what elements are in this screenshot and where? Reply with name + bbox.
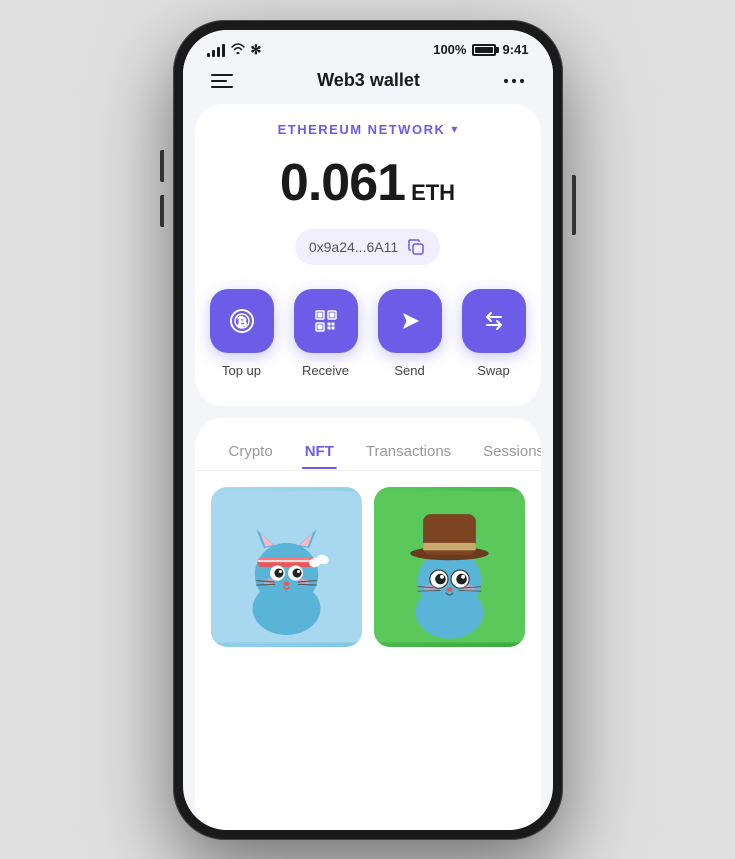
receive-label: Receive bbox=[302, 363, 349, 378]
tab-nft[interactable]: NFT bbox=[291, 435, 348, 468]
copy-address-button[interactable] bbox=[406, 237, 426, 257]
topup-button[interactable]: ₿ bbox=[210, 289, 274, 353]
phone-frame: ✻ 100% 9:41 Web3 wallet bbox=[173, 20, 563, 840]
tab-crypto[interactable]: Crypto bbox=[215, 435, 287, 468]
swap-icon bbox=[480, 307, 508, 335]
battery-icon bbox=[472, 44, 496, 56]
swap-action[interactable]: Swap bbox=[462, 289, 526, 378]
power-button bbox=[572, 175, 576, 235]
topup-icon: ₿ bbox=[228, 307, 256, 335]
nft-grid bbox=[195, 471, 541, 647]
nft-item-2[interactable] bbox=[374, 487, 525, 647]
send-action[interactable]: Send bbox=[378, 289, 442, 378]
network-label: ETHEREUM NETWORK bbox=[278, 122, 446, 137]
wifi-icon bbox=[230, 42, 246, 57]
send-icon bbox=[396, 307, 424, 335]
phone-screen: ✻ 100% 9:41 Web3 wallet bbox=[183, 30, 553, 830]
address-pill: 0x9a24...6A11 bbox=[295, 229, 440, 265]
network-selector[interactable]: ETHEREUM NETWORK ▾ bbox=[195, 104, 541, 145]
menu-button[interactable] bbox=[207, 70, 237, 92]
signal-icon bbox=[207, 43, 225, 57]
balance-currency: ETH bbox=[411, 180, 455, 205]
receive-icon bbox=[312, 307, 340, 335]
tab-transactions[interactable]: Transactions bbox=[352, 435, 465, 468]
receive-button[interactable] bbox=[294, 289, 358, 353]
battery-percent: 100% bbox=[433, 42, 466, 57]
more-options-button[interactable] bbox=[500, 75, 528, 87]
swap-label: Swap bbox=[477, 363, 510, 378]
balance-amount: 0.061 bbox=[280, 154, 405, 212]
send-button[interactable] bbox=[378, 289, 442, 353]
actions-row: ₿ Top up bbox=[195, 265, 541, 378]
send-label: Send bbox=[394, 363, 424, 378]
topup-action[interactable]: ₿ Top up bbox=[210, 289, 274, 378]
status-right: 100% 9:41 bbox=[433, 42, 528, 57]
receive-action[interactable]: Receive bbox=[294, 289, 358, 378]
vol-down-button bbox=[160, 195, 164, 227]
svg-text:₿: ₿ bbox=[237, 315, 247, 329]
page-title: Web3 wallet bbox=[317, 70, 420, 91]
vol-up-button bbox=[160, 150, 164, 182]
nft-item-1[interactable] bbox=[211, 487, 362, 647]
topup-label: Top up bbox=[222, 363, 261, 378]
status-bar: ✻ 100% 9:41 bbox=[183, 30, 553, 62]
status-left: ✻ bbox=[207, 42, 262, 58]
tabs-row: Crypto NFT Transactions Sessions bbox=[195, 418, 541, 471]
balance-section: 0.061ETH bbox=[195, 145, 541, 229]
time-display: 9:41 bbox=[502, 42, 528, 57]
app-header: Web3 wallet bbox=[183, 62, 553, 104]
chevron-down-icon: ▾ bbox=[451, 122, 457, 136]
bluetooth-icon: ✻ bbox=[251, 42, 262, 58]
swap-button[interactable] bbox=[462, 289, 526, 353]
wallet-address: 0x9a24...6A11 bbox=[309, 239, 398, 255]
tabs-section: Crypto NFT Transactions Sessions bbox=[195, 418, 541, 830]
tab-sessions[interactable]: Sessions bbox=[469, 435, 540, 468]
main-card: ETHEREUM NETWORK ▾ 0.061ETH 0x9a24...6A1… bbox=[195, 104, 541, 406]
